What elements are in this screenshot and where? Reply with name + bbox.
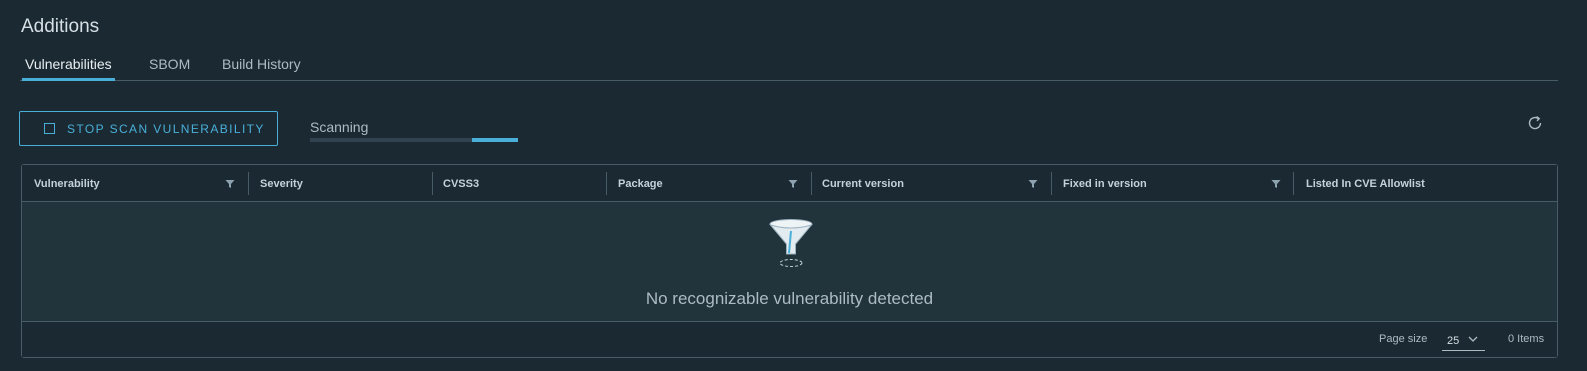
tab-build-history[interactable]: Build History	[222, 56, 301, 81]
filter-icon[interactable]	[1271, 179, 1281, 189]
scan-status-text: Scanning	[310, 119, 369, 135]
column-header-package[interactable]: Package	[606, 165, 811, 202]
scan-progress-fill	[472, 138, 518, 142]
tab-sbom[interactable]: SBOM	[149, 56, 190, 81]
datagrid-empty-placeholder: No recognizable vulnerability detected	[22, 203, 1557, 322]
vulnerability-datagrid: Vulnerability Severity CVSS3 Package Cur…	[21, 164, 1558, 358]
column-header-severity[interactable]: Severity	[248, 165, 432, 202]
column-label: Vulnerability	[34, 177, 100, 190]
stop-scan-button[interactable]: STOP SCAN VULNERABILITY	[19, 111, 278, 146]
tab-bar: Vulnerabilities SBOM Build History	[20, 52, 1558, 81]
column-label: Current version	[822, 177, 904, 190]
datagrid-header: Vulnerability Severity CVSS3 Package Cur…	[22, 165, 1557, 202]
page-title: Additions	[21, 16, 100, 37]
column-header-vulnerability[interactable]: Vulnerability	[22, 165, 248, 202]
filter-icon[interactable]	[225, 179, 235, 189]
datagrid-footer: Page size 25 0 Items	[22, 321, 1557, 357]
column-header-current-version[interactable]: Current version	[810, 165, 1051, 202]
column-label: Package	[618, 177, 663, 190]
stop-scan-label: STOP SCAN VULNERABILITY	[67, 121, 265, 136]
tab-vulnerabilities[interactable]: Vulnerabilities	[22, 56, 115, 81]
artifact-additions-panel: Additions Vulnerabilities SBOM Build His…	[0, 0, 1587, 371]
column-label: Severity	[260, 177, 303, 190]
column-header-cve-allowlist[interactable]: Listed In CVE Allowlist	[1294, 165, 1558, 202]
empty-filter-icon	[769, 219, 813, 267]
stop-icon	[44, 123, 55, 134]
column-header-cvss3[interactable]: CVSS3	[431, 165, 606, 202]
column-label: CVSS3	[443, 177, 480, 190]
chevron-down-icon	[1468, 336, 1478, 342]
column-label: Fixed in version	[1063, 177, 1147, 190]
scan-progress-bar	[310, 138, 518, 142]
page-size-label: Page size	[1379, 333, 1428, 345]
column-label: Listed In CVE Allowlist	[1306, 177, 1425, 190]
filter-icon[interactable]	[1028, 179, 1038, 189]
page-size-select[interactable]: 25	[1442, 329, 1485, 351]
items-count: 0 Items	[1508, 333, 1545, 345]
filter-icon[interactable]	[788, 179, 798, 189]
empty-message: No recognizable vulnerability detected	[645, 289, 934, 308]
page-size-value: 25	[1447, 335, 1460, 347]
refresh-icon[interactable]	[1526, 114, 1544, 132]
column-header-fixed-in-version[interactable]: Fixed in version	[1051, 165, 1293, 202]
